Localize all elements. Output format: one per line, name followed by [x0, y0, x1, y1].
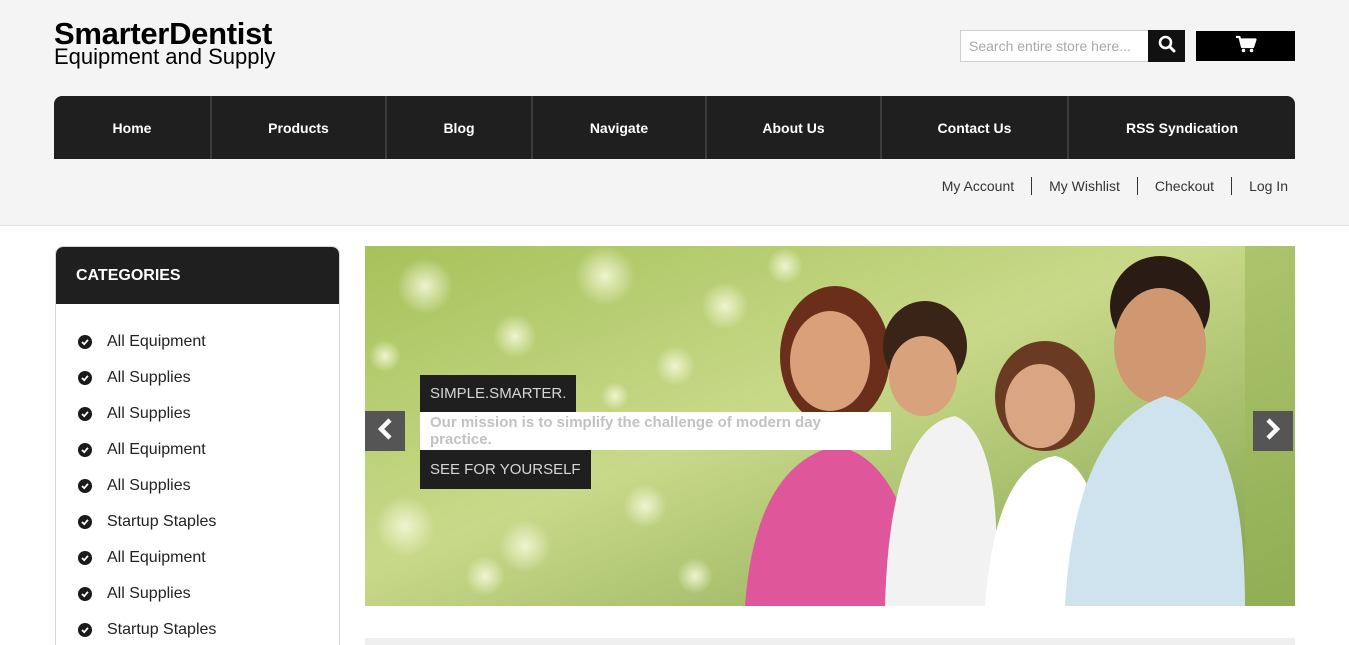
category-item[interactable]: Startup Staples	[78, 504, 339, 540]
check-circle-icon	[78, 515, 92, 529]
category-label: All Equipment	[107, 441, 206, 458]
category-label: All Supplies	[107, 477, 191, 494]
search-button[interactable]	[1148, 30, 1185, 62]
check-circle-icon	[78, 443, 92, 457]
slide-title: SIMPLE.SMARTER.	[420, 375, 577, 412]
category-item[interactable]: Startup Staples	[78, 612, 339, 645]
check-circle-icon	[78, 587, 92, 601]
see-for-yourself-button[interactable]: SEE FOR YOURSELF	[420, 450, 591, 489]
slider-prev-button[interactable]	[365, 411, 405, 451]
category-label: Startup Staples	[107, 513, 217, 530]
chevron-right-icon	[1264, 417, 1282, 446]
nav-blog[interactable]: Blog	[387, 96, 533, 159]
shopping-cart-icon	[1235, 35, 1257, 58]
check-circle-icon	[78, 479, 92, 493]
category-label: All Supplies	[107, 405, 191, 422]
check-circle-icon	[78, 371, 92, 385]
category-item[interactable]: All Supplies	[78, 360, 339, 396]
category-item[interactable]: All Equipment	[78, 432, 339, 468]
categories-panel: CATEGORIES All Equipment All Supplies Al…	[55, 246, 340, 645]
category-item[interactable]: All Equipment	[78, 540, 339, 576]
account-links: My Account My Wishlist Checkout Log In	[925, 177, 1295, 195]
category-item[interactable]: All Equipment	[78, 324, 339, 360]
search-icon	[1158, 35, 1176, 58]
cart-button[interactable]	[1196, 31, 1295, 61]
category-list: All Equipment All Supplies All Supplies …	[56, 304, 339, 645]
slider-next-button[interactable]	[1253, 411, 1293, 451]
category-label: Startup Staples	[107, 621, 217, 638]
category-item[interactable]: All Supplies	[78, 396, 339, 432]
chevron-left-icon	[376, 417, 394, 446]
content-divider	[365, 638, 1295, 645]
category-label: All Supplies	[107, 585, 191, 602]
log-in-link[interactable]: Log In	[1232, 177, 1295, 195]
category-item[interactable]: All Supplies	[78, 468, 339, 504]
nav-navigate[interactable]: Navigate	[533, 96, 707, 159]
my-account-link[interactable]: My Account	[925, 177, 1033, 195]
logo-subtitle: Equipment and Supply	[54, 44, 276, 69]
nav-rss-syndication[interactable]: RSS Syndication	[1069, 96, 1295, 159]
category-label: All Supplies	[107, 369, 191, 386]
check-circle-icon	[78, 623, 92, 637]
main-navigation: Home Products Blog Navigate About Us Con…	[54, 96, 1295, 159]
category-item[interactable]: All Supplies	[78, 576, 339, 612]
site-logo[interactable]: SmarterDentist Equipment and Supply	[54, 18, 275, 68]
search-input[interactable]	[961, 31, 1148, 61]
nav-home[interactable]: Home	[54, 96, 212, 159]
check-circle-icon	[78, 551, 92, 565]
check-circle-icon	[78, 407, 92, 421]
categories-header: CATEGORIES	[56, 247, 339, 304]
category-label: All Equipment	[107, 549, 206, 566]
checkout-link[interactable]: Checkout	[1138, 177, 1233, 195]
nav-about-us[interactable]: About Us	[707, 96, 882, 159]
category-label: All Equipment	[107, 333, 206, 350]
nav-products[interactable]: Products	[212, 96, 387, 159]
nav-contact-us[interactable]: Contact Us	[882, 96, 1069, 159]
check-circle-icon	[78, 335, 92, 349]
slide-description: Our mission is to simplify the challenge…	[420, 412, 891, 450]
hero-slider: SIMPLE.SMARTER. Our mission is to simpli…	[365, 246, 1295, 606]
my-wishlist-link[interactable]: My Wishlist	[1032, 177, 1138, 195]
search-field-container	[960, 30, 1149, 62]
